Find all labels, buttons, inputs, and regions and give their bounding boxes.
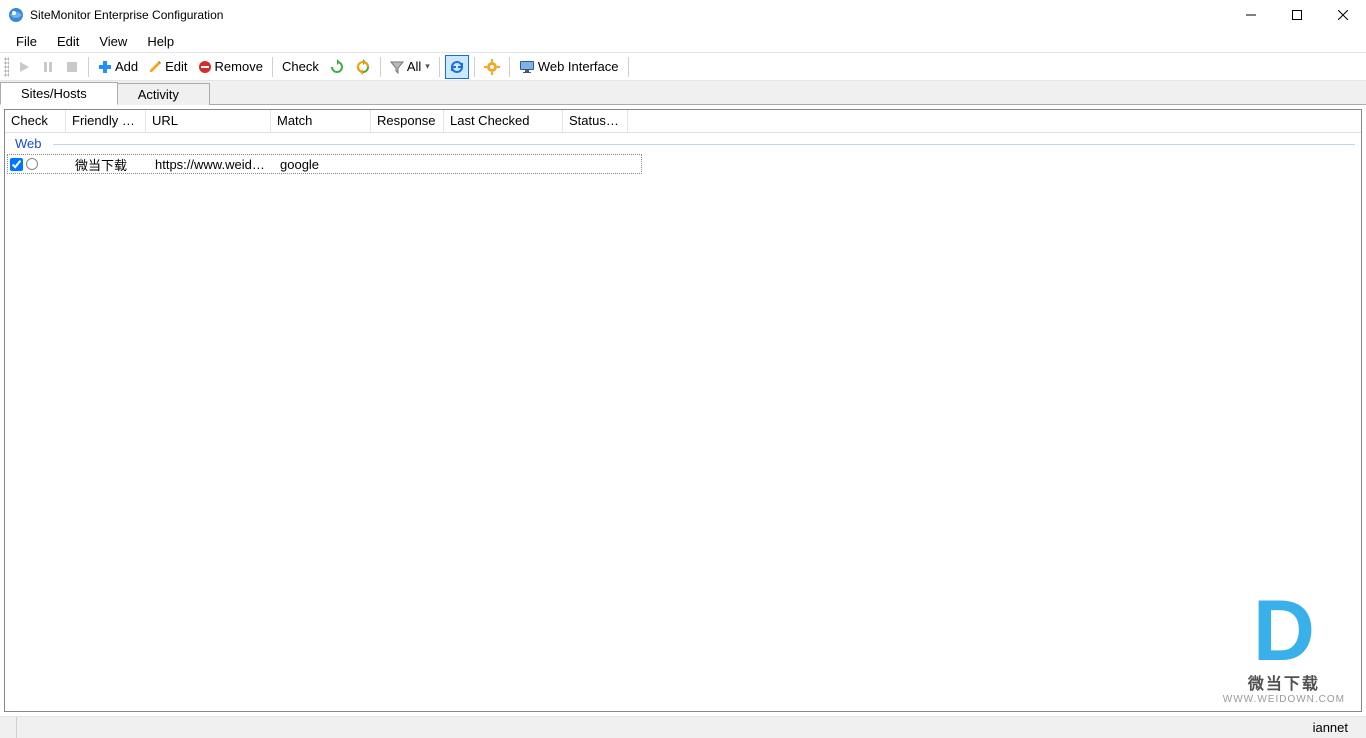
watermark-text2: WWW.WEIDOWN.COM: [1223, 694, 1345, 705]
edit-label: Edit: [165, 59, 187, 74]
col-friendly-name[interactable]: Friendly Na…: [66, 110, 146, 132]
col-url[interactable]: URL: [146, 110, 271, 132]
menu-edit[interactable]: Edit: [47, 31, 89, 52]
main-panel: Check Friendly Na… URL Match Response La…: [0, 105, 1366, 716]
group-web-label: Web: [15, 136, 42, 151]
autorefresh-button[interactable]: [445, 55, 469, 79]
refresh-one-button[interactable]: [325, 55, 349, 79]
col-response[interactable]: Response: [371, 110, 444, 132]
toolbar-grip: [4, 57, 9, 77]
row-response: [374, 163, 447, 165]
edit-button[interactable]: Edit: [144, 55, 191, 79]
remove-label: Remove: [215, 59, 263, 74]
check-button[interactable]: Check: [278, 55, 323, 79]
col-status-code[interactable]: Status Co…: [563, 110, 628, 132]
row-checkbox[interactable]: [10, 158, 23, 171]
app-icon: [8, 7, 24, 23]
row-url: https://www.weido…: [149, 156, 274, 173]
watermark: D 微当下载 WWW.WEIDOWN.COM: [1223, 593, 1345, 705]
col-match[interactable]: Match: [271, 110, 371, 132]
stop-button[interactable]: [61, 55, 83, 79]
table-row[interactable]: 微当下载 https://www.weido… google: [7, 154, 642, 174]
titlebar: SiteMonitor Enterprise Configuration: [0, 0, 1366, 30]
refresh-all-icon: [355, 59, 371, 75]
status-dot-icon: [26, 158, 38, 170]
group-line: [53, 144, 1355, 145]
row-match: google: [274, 156, 374, 173]
status-right: iannet: [1313, 720, 1348, 735]
settings-button[interactable]: [480, 55, 504, 79]
web-interface-button[interactable]: Web Interface: [515, 55, 623, 79]
menu-help[interactable]: Help: [137, 31, 184, 52]
window-title: SiteMonitor Enterprise Configuration: [30, 8, 223, 22]
statusbar: iannet: [0, 716, 1366, 738]
menubar: File Edit View Help: [0, 30, 1366, 53]
refresh-all-button[interactable]: [351, 55, 375, 79]
remove-button[interactable]: Remove: [194, 55, 267, 79]
tab-sites-hosts[interactable]: Sites/Hosts: [0, 82, 118, 105]
tab-activity[interactable]: Activity: [117, 83, 210, 105]
remove-icon: [198, 60, 212, 74]
web-interface-label: Web Interface: [538, 59, 619, 74]
add-label: Add: [115, 59, 138, 74]
filter-button[interactable]: All ▾: [386, 55, 434, 79]
monitor-icon: [519, 59, 535, 75]
refresh-icon: [329, 59, 345, 75]
tabstrip: Sites/Hosts Activity: [0, 81, 1366, 105]
gear-icon: [484, 59, 500, 75]
row-last-checked: [447, 163, 566, 165]
chevron-down-icon: ▾: [425, 61, 430, 72]
maximize-button[interactable]: [1274, 0, 1320, 30]
pause-button[interactable]: [37, 55, 59, 79]
col-check[interactable]: Check: [5, 110, 66, 132]
minimize-button[interactable]: [1228, 0, 1274, 30]
col-last-checked[interactable]: Last Checked: [444, 110, 563, 132]
row-friendly-name: 微当下载: [69, 154, 149, 175]
cycle-icon: [449, 59, 465, 75]
toolbar: Add Edit Remove Check All ▾ Web Interfac…: [0, 53, 1366, 81]
check-label: Check: [282, 59, 319, 74]
menu-file[interactable]: File: [6, 31, 47, 52]
funnel-icon: [390, 60, 404, 74]
grid-container: Check Friendly Na… URL Match Response La…: [4, 109, 1362, 712]
add-button[interactable]: Add: [94, 55, 142, 79]
grid-header: Check Friendly Na… URL Match Response La…: [5, 110, 1361, 133]
close-button[interactable]: [1320, 0, 1366, 30]
play-button[interactable]: [13, 55, 35, 79]
plus-icon: [98, 60, 112, 74]
pencil-icon: [148, 60, 162, 74]
menu-view[interactable]: View: [89, 31, 137, 52]
group-web[interactable]: Web: [5, 133, 1361, 154]
filter-label: All: [407, 59, 421, 74]
watermark-text1: 微当下载: [1223, 670, 1345, 694]
row-status-code: [566, 163, 631, 165]
